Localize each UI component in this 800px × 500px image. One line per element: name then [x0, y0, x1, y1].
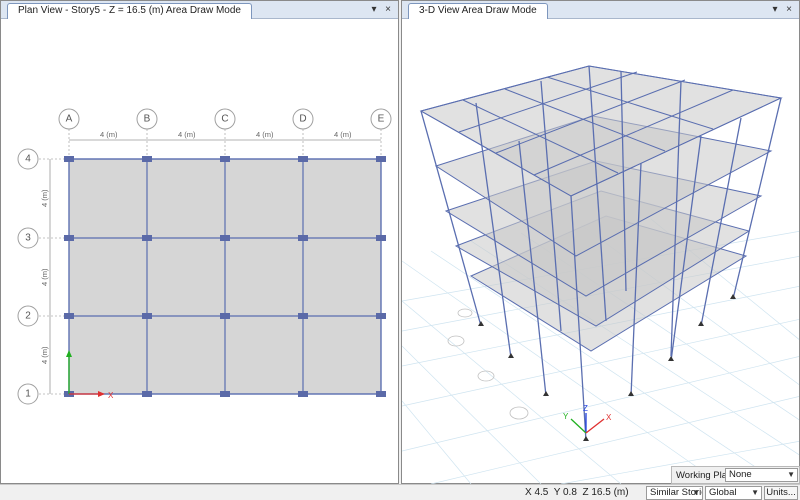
coordinate-system-value: Global	[709, 487, 737, 498]
plan-view-canvas[interactable]: A B C D E 4 3 2 1 4 (m) 4 (m) 4 (m) 4 (m…	[1, 20, 398, 484]
ground-grid-bubbles	[447, 308, 529, 420]
window-menu-dropdown-icon[interactable]: ▾	[367, 2, 381, 18]
z-axis-label: Z	[583, 404, 588, 413]
svg-text:C: C	[221, 114, 228, 125]
working-plane-select[interactable]: None ▼	[725, 468, 798, 482]
working-plane-panel: Working Plane None ▼	[671, 466, 800, 484]
grid-bubble-d[interactable]: D	[292, 108, 314, 130]
y-axis-label: Y	[563, 412, 569, 421]
3d-view-header: 3-D View Area Draw Mode ▾ ×	[402, 1, 799, 19]
chevron-down-icon: ▼	[692, 488, 700, 497]
svg-text:4: 4	[25, 154, 31, 165]
svg-text:E: E	[378, 114, 385, 125]
x-spacing-label: 4 (m)	[334, 130, 352, 139]
svg-text:1: 1	[25, 389, 31, 400]
coordinate-system-select[interactable]: Global ▼	[705, 486, 762, 500]
close-icon[interactable]: ×	[381, 2, 395, 18]
x-spacing-label: 4 (m)	[178, 130, 196, 139]
grid-bubble-4[interactable]: 4	[17, 148, 39, 170]
close-icon[interactable]: ×	[782, 2, 796, 18]
y-spacing-label: 4 (m)	[40, 346, 49, 364]
window-menu-dropdown-icon[interactable]: ▾	[768, 2, 782, 18]
plan-view-tab[interactable]: Plan View - Story5 - Z = 16.5 (m) Area D…	[7, 3, 252, 19]
status-bar: X 4.5 Y 0.8 Z 16.5 (m) Similar Stories ▼…	[0, 484, 800, 500]
svg-text:3: 3	[25, 233, 31, 244]
y-spacing-label: 4 (m)	[40, 189, 49, 207]
grid-bubble-a[interactable]: A	[58, 108, 80, 130]
y-spacing-label: 4 (m)	[40, 268, 49, 286]
x-spacing-label: 4 (m)	[256, 130, 274, 139]
svg-text:D: D	[299, 114, 306, 125]
3d-view-window: 3-D View Area Draw Mode ▾ × Z Y X	[401, 0, 800, 484]
cursor-coordinates: X 4.5 Y 0.8 Z 16.5 (m)	[525, 487, 629, 498]
grid-bubble-2[interactable]: 2	[17, 305, 39, 327]
grid-bubble-3[interactable]: 3	[17, 227, 39, 249]
x-axis-label: X	[606, 413, 612, 422]
grid-bubble-1[interactable]: 1	[17, 383, 39, 405]
grid-bubble-b[interactable]: B	[136, 108, 158, 130]
svg-text:A: A	[66, 114, 73, 125]
x-spacing-label: 4 (m)	[100, 130, 118, 139]
plan-view-window: Plan View - Story5 - Z = 16.5 (m) Area D…	[0, 0, 399, 484]
story-option-select[interactable]: Similar Stories ▼	[646, 486, 703, 500]
3d-view-canvas[interactable]: Z Y X	[402, 20, 799, 484]
plan-view-header: Plan View - Story5 - Z = 16.5 (m) Area D…	[1, 1, 398, 19]
chevron-down-icon: ▼	[787, 470, 795, 479]
svg-text:2: 2	[25, 311, 31, 322]
units-button[interactable]: Units...	[764, 486, 798, 500]
grid-bubble-e[interactable]: E	[370, 108, 392, 130]
grid-bubble-c[interactable]: C	[214, 108, 236, 130]
working-plane-value: None	[729, 469, 752, 480]
svg-text:B: B	[144, 114, 151, 125]
x-axis-label: X	[108, 391, 114, 400]
chevron-down-icon: ▼	[751, 488, 759, 497]
3d-view-tab[interactable]: 3-D View Area Draw Mode	[408, 3, 548, 19]
axis-triad-icon: Z Y X	[563, 404, 612, 434]
floor-slabs[interactable]	[419, 65, 783, 352]
